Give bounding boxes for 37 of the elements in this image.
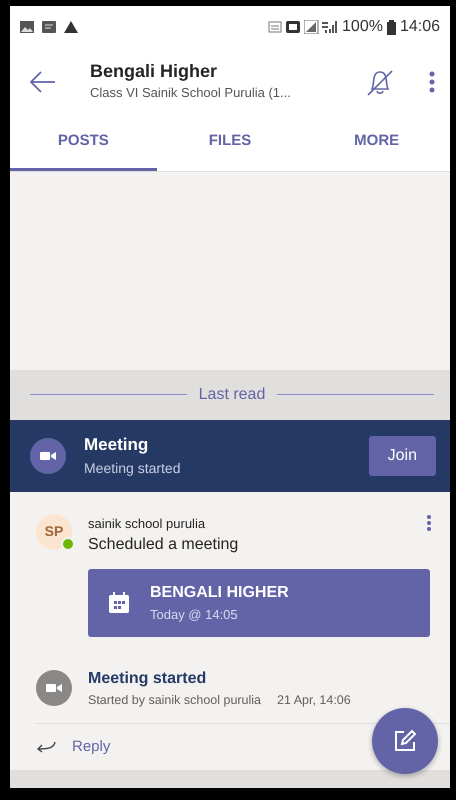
battery-percentage: 100% — [342, 17, 383, 37]
compose-icon — [393, 729, 417, 753]
back-arrow-icon[interactable] — [30, 71, 56, 93]
reply-link[interactable]: Reply — [72, 736, 110, 758]
tab[interactable]: MORE — [303, 116, 450, 170]
avatar: SP — [36, 514, 72, 550]
post-text: Scheduled a meeting — [88, 535, 238, 555]
join-button[interactable]: Join — [368, 436, 436, 476]
more-options-icon[interactable] — [426, 514, 432, 532]
video-camera-icon — [36, 670, 72, 706]
warning-icon — [64, 21, 78, 33]
author-name: sainik school purulia — [88, 514, 206, 533]
event-title: BENGALI HIGHER — [150, 583, 289, 604]
message-icon — [42, 21, 56, 33]
sim-icon — [286, 21, 300, 33]
calendar-icon — [108, 592, 130, 614]
last-read-label: Last read — [198, 384, 266, 404]
banner-subtitle: Meeting started — [84, 458, 182, 478]
tab[interactable]: FILES — [156, 116, 304, 170]
reply-arrow-icon — [36, 741, 56, 754]
channel-title: Bengali Higher — [90, 61, 218, 84]
more-options-icon[interactable] — [428, 71, 436, 93]
meeting-card[interactable]: BENGALI HIGHER Today @ 14:05 — [88, 569, 430, 637]
activity-title: Meeting started — [88, 668, 208, 688]
banner-title: Meeting — [84, 434, 150, 456]
signal-icon — [304, 20, 338, 34]
clock-time: 14:06 — [400, 17, 440, 37]
battery-icon — [386, 20, 396, 34]
compose-button[interactable] — [372, 708, 438, 774]
activity-date: 21 Apr, 14:06 — [277, 692, 351, 709]
video-camera-icon — [30, 438, 66, 474]
image-icon — [20, 21, 34, 33]
tab[interactable]: POSTS — [10, 116, 157, 170]
volte-icon — [268, 21, 282, 33]
activity-detail: Started by sainik school purulia — [88, 692, 262, 709]
event-time: Today @ 14:05 — [150, 606, 239, 624]
team-name: Class VI Sainik School Purulia (1... — [90, 84, 292, 102]
